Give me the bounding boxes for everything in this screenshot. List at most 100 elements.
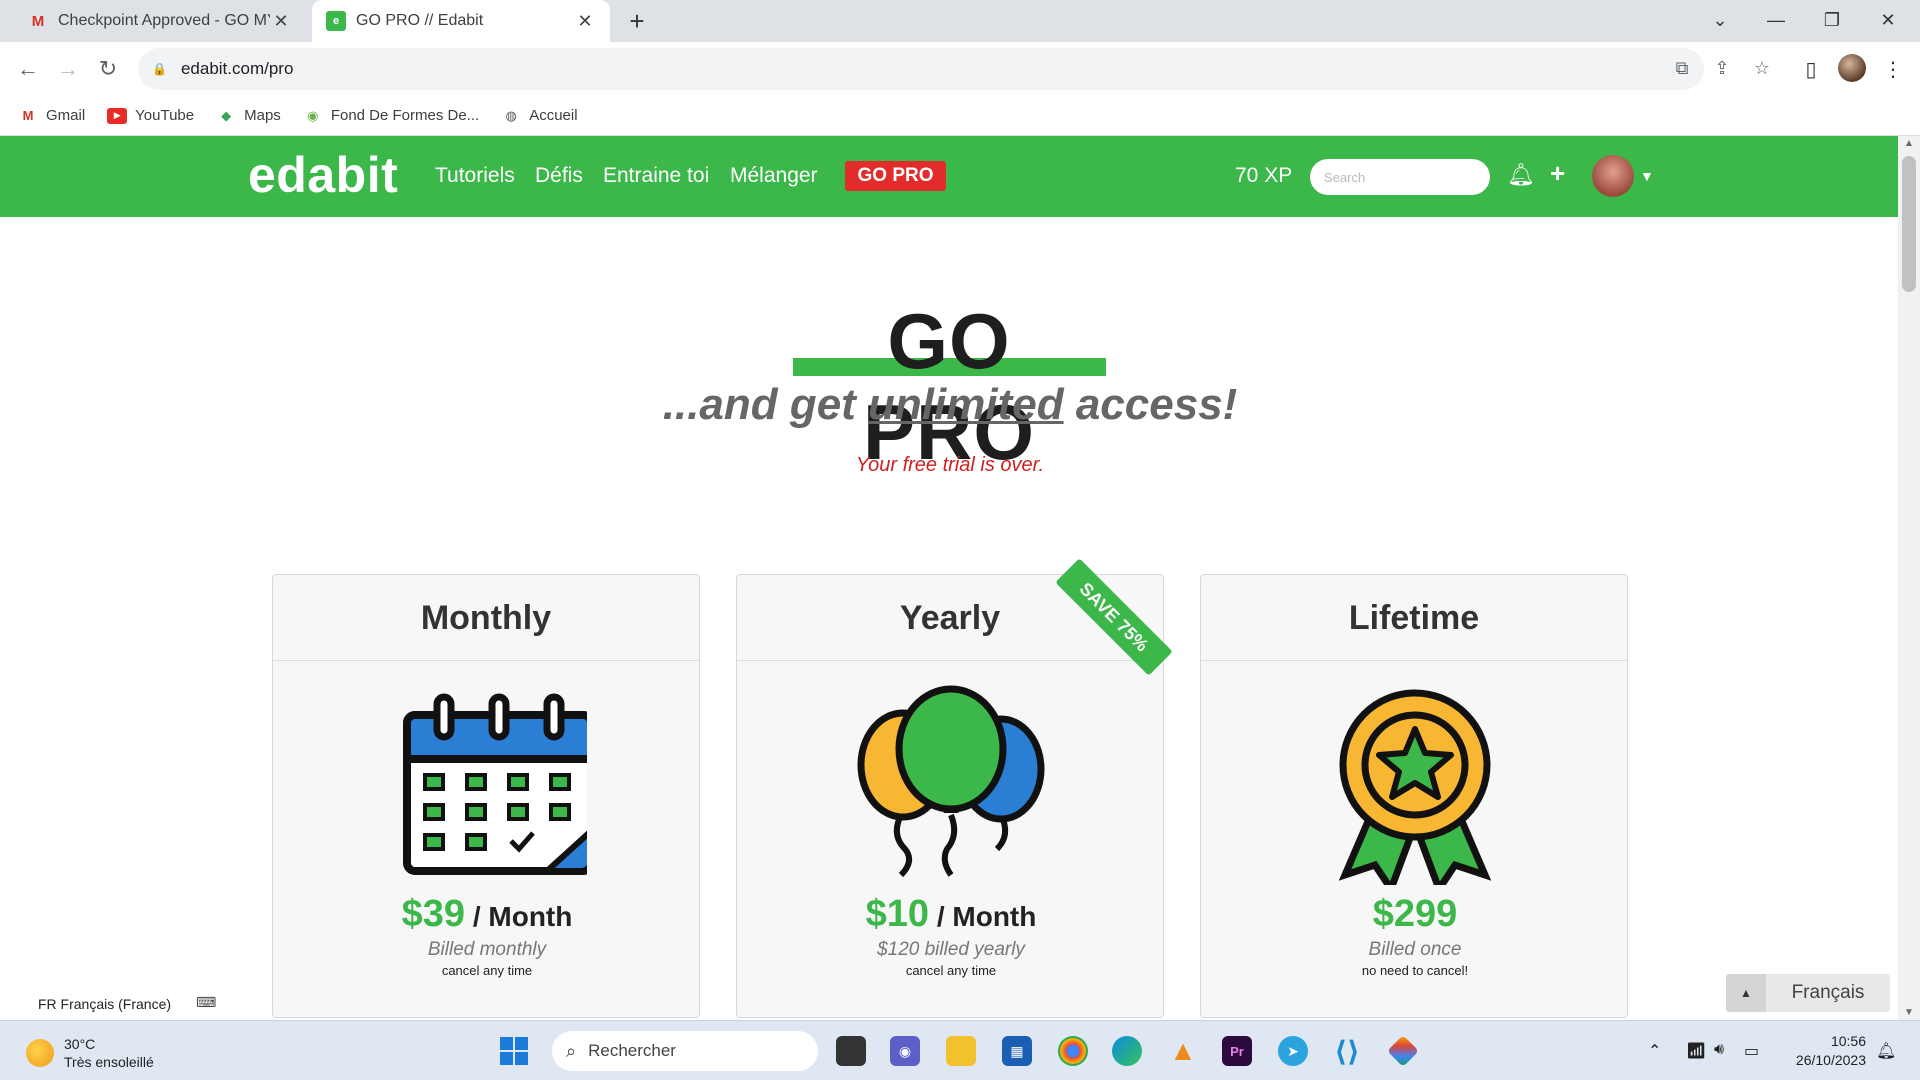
edabit-logo[interactable]: edabit bbox=[248, 146, 398, 204]
price-amount: $39 bbox=[401, 893, 466, 935]
price-period: / Month bbox=[465, 901, 573, 932]
plan-card-yearly[interactable]: Yearly $10 / Month $120 billed yearly ca… bbox=[736, 574, 1164, 1018]
search-input[interactable] bbox=[1310, 159, 1490, 195]
clock-date: 26/10/2023 bbox=[1795, 1052, 1866, 1068]
nav-entraine-toi[interactable]: Entraine toi bbox=[603, 164, 709, 188]
weather-text: Très ensoleillé bbox=[64, 1054, 154, 1070]
premiere-icon[interactable]: Pr bbox=[1222, 1036, 1252, 1066]
input-language-indicator[interactable]: FR Français (France) bbox=[38, 996, 171, 1012]
browser-tabstrip: M Checkpoint Approved - GO MY C ✕ e GO P… bbox=[0, 0, 1920, 42]
plan-card-monthly[interactable]: Monthly $39 / Month Billed monthly cance… bbox=[272, 574, 700, 1018]
nav-defis[interactable]: Défis bbox=[535, 164, 583, 188]
file-explorer-icon[interactable] bbox=[946, 1036, 976, 1066]
go-pro-button[interactable]: GO PRO bbox=[845, 161, 946, 191]
bookmark-label: Accueil bbox=[529, 107, 578, 124]
bookmark-shapes[interactable]: ◉ Fond De Formes De... bbox=[303, 107, 479, 124]
back-arrow-icon[interactable]: ← bbox=[12, 53, 44, 85]
globe-icon: ◍ bbox=[505, 107, 517, 123]
tray-chevron-icon[interactable]: ⌃ bbox=[1648, 1041, 1661, 1061]
url-text: edabit.com/pro bbox=[180, 59, 294, 78]
temperature: 30°C bbox=[64, 1036, 96, 1052]
tab-search-chevron-icon[interactable]: ⌄ bbox=[1692, 0, 1748, 42]
maps-icon: ◆ bbox=[221, 107, 232, 123]
photos-icon[interactable] bbox=[1387, 1035, 1419, 1067]
minimize-button[interactable]: — bbox=[1748, 0, 1804, 42]
youtube-icon: ▶ bbox=[107, 107, 128, 124]
reload-icon[interactable]: ↻ bbox=[92, 53, 124, 85]
bell-icon[interactable]: 🔔︎ bbox=[1507, 162, 1535, 188]
user-avatar[interactable] bbox=[1592, 155, 1634, 197]
search-icon: ⌕ bbox=[566, 1040, 577, 1061]
subtitle-post: access! bbox=[1063, 380, 1238, 429]
plan-name: Monthly bbox=[273, 575, 699, 661]
page-subtitle: ...and get unlimited access! bbox=[600, 380, 1300, 430]
keyboard-icon[interactable]: ⌨ bbox=[196, 994, 216, 1011]
clock-time: 10:56 bbox=[1830, 1033, 1866, 1049]
scrollbar-thumb[interactable] bbox=[1902, 156, 1916, 292]
forward-arrow-icon[interactable]: → bbox=[52, 53, 84, 85]
trial-notice: Your free trial is over. bbox=[855, 454, 1045, 476]
side-panel-icon[interactable]: ▯ bbox=[1798, 57, 1824, 83]
plan-card-lifetime[interactable]: Lifetime $299 Billed once no need to can… bbox=[1200, 574, 1628, 1018]
gmail-icon: M bbox=[31, 12, 45, 30]
close-window-button[interactable]: ✕ bbox=[1860, 0, 1916, 42]
address-bar[interactable]: 🔒 edabit.com/pro bbox=[138, 48, 1704, 90]
wifi-icon[interactable]: 📶︎ bbox=[1686, 1041, 1706, 1061]
price-period: / Month bbox=[929, 901, 1037, 932]
close-icon[interactable]: ✕ bbox=[270, 11, 292, 32]
telegram-icon[interactable]: ➤ bbox=[1278, 1036, 1308, 1066]
bookmark-youtube[interactable]: ▶ YouTube bbox=[107, 107, 194, 124]
vlc-icon[interactable]: ▲ bbox=[1168, 1035, 1198, 1066]
taskbar-search[interactable]: ⌕ Rechercher bbox=[552, 1031, 818, 1071]
taskbar-clock[interactable]: 10:56 26/10/2023 bbox=[1786, 1032, 1866, 1070]
chrome-icon[interactable] bbox=[1058, 1036, 1088, 1066]
tab-title: GO PRO // Edabit bbox=[356, 12, 484, 29]
translate-icon[interactable]: ⧉ bbox=[1670, 56, 1694, 80]
share-icon[interactable]: ⇪ bbox=[1710, 56, 1734, 80]
language-switcher[interactable]: ▲ Français bbox=[1726, 974, 1890, 1012]
browser-profile-avatar[interactable] bbox=[1838, 54, 1866, 82]
volume-icon[interactable]: 🔊︎ bbox=[1714, 1041, 1724, 1059]
menu-dots-icon[interactable]: ⋮ bbox=[1880, 57, 1906, 83]
bookmark-label: Fond De Formes De... bbox=[330, 107, 480, 124]
bookmark-gmail[interactable]: M Gmail bbox=[18, 107, 86, 124]
new-tab-button[interactable]: + bbox=[622, 6, 652, 36]
task-view-icon[interactable] bbox=[836, 1036, 866, 1066]
battery-icon[interactable]: ▭ bbox=[1744, 1041, 1759, 1061]
sun-icon bbox=[26, 1039, 54, 1067]
nav-melanger[interactable]: Mélanger bbox=[730, 164, 818, 188]
edge-icon[interactable] bbox=[1112, 1036, 1142, 1066]
plan-price: $10 / Month bbox=[737, 893, 1163, 936]
plan-price: $299 bbox=[1201, 893, 1627, 936]
taskbar-search-label: Rechercher bbox=[588, 1041, 676, 1060]
restore-button[interactable]: ❐ bbox=[1804, 0, 1860, 42]
plan-billing: Billed once bbox=[1368, 939, 1462, 960]
scroll-up-icon[interactable]: ▲ bbox=[1898, 138, 1920, 149]
close-icon[interactable]: ✕ bbox=[574, 11, 596, 32]
tab-edabit[interactable]: e GO PRO // Edabit ✕ bbox=[312, 0, 610, 42]
bookmark-accueil[interactable]: ◍ Accueil bbox=[501, 107, 578, 124]
bookmark-maps[interactable]: ◆ Maps bbox=[216, 107, 281, 124]
award-badge-icon bbox=[1201, 685, 1627, 885]
lock-icon: 🔒 bbox=[152, 62, 167, 76]
plan-note: cancel any time bbox=[905, 963, 997, 978]
page-scrollbar[interactable]: ▲ ▼ bbox=[1898, 136, 1920, 1020]
subtitle-emphasis: unlimited bbox=[868, 380, 1064, 429]
teams-icon[interactable]: ◉ bbox=[890, 1036, 920, 1066]
weather-widget[interactable]: 30°C Très ensoleillé bbox=[26, 1035, 154, 1071]
bookmark-label: Gmail bbox=[46, 107, 86, 124]
vscode-icon[interactable]: ⟨⟩ bbox=[1332, 1036, 1362, 1067]
notification-icon[interactable]: 🔔︎ bbox=[1876, 1041, 1896, 1061]
gmail-icon: M bbox=[22, 108, 34, 123]
tab-gmail[interactable]: M Checkpoint Approved - GO MY C ✕ bbox=[14, 0, 306, 42]
browser-toolbar: ← → ↻ 🔒 edabit.com/pro ⧉ ⇪ ☆ ▯ ⋮ bbox=[0, 42, 1920, 96]
price-amount: $299 bbox=[1372, 893, 1458, 935]
bookmark-star-icon[interactable]: ☆ bbox=[1750, 56, 1774, 80]
windows-start-icon[interactable] bbox=[500, 1037, 528, 1065]
bookmark-label: Maps bbox=[244, 107, 281, 124]
plus-icon[interactable]: + bbox=[1550, 158, 1565, 189]
nav-tutoriels[interactable]: Tutoriels bbox=[435, 164, 515, 188]
caret-down-icon[interactable]: ▼ bbox=[1640, 168, 1654, 184]
store-icon[interactable]: ▦ bbox=[1002, 1036, 1032, 1066]
scroll-down-icon[interactable]: ▼ bbox=[1898, 1007, 1920, 1018]
